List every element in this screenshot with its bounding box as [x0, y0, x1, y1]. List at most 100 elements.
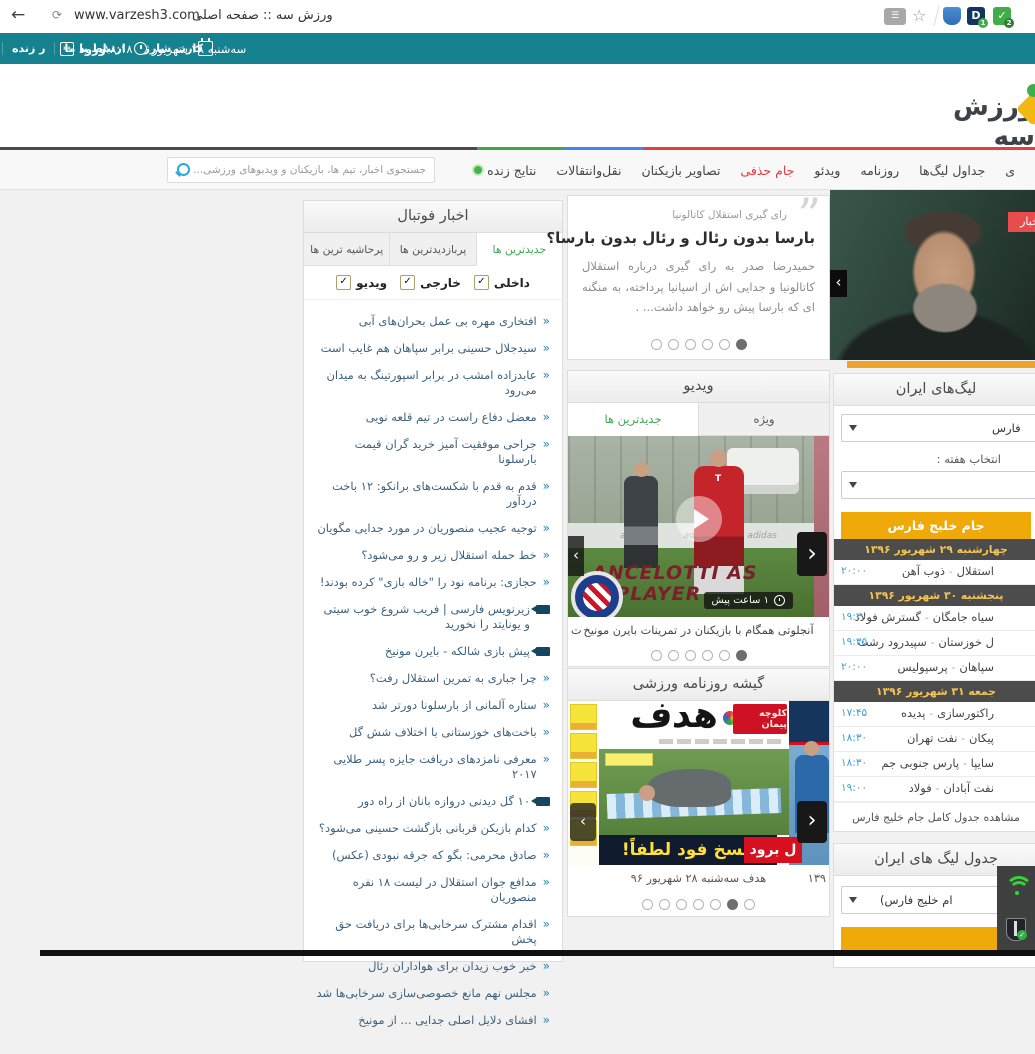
news-list-item[interactable]: « توجیه عجیب منصوریان در مورد جدایی مگویا…	[316, 521, 550, 536]
news-list-item[interactable]: « چرا جباری به تمرین استقلال رفت؟	[316, 671, 550, 686]
carousel-dot[interactable]	[701, 649, 713, 661]
featured-article-card[interactable]: ” رای گیری استقلال کاتالونیا بارسا بدون …	[546, 192, 830, 360]
news-list-item[interactable]: « کدام بازیکن قربانی بازگشت حسینی می‌شود؟	[316, 821, 550, 836]
checkbox[interactable]: ✓	[336, 275, 352, 290]
news-list-item[interactable]: « صادق محرمی: بگو که جرقه نبودی (عکس)	[316, 848, 550, 863]
carousel-dot[interactable]	[650, 339, 662, 350]
timestamp-text: ۱ ساعت پیش	[711, 595, 770, 606]
news-list-item[interactable]: « جراحی موفقیت آمیز خرید گران قیمت بارسلو…	[316, 437, 550, 467]
news-list-item[interactable]: « مجلس نهم مانع خصوصی‌سازی سرخابی‌ها شد	[316, 986, 550, 1001]
search-input[interactable]: جستجوی اخبار، تیم ها، بازیکنان و ویدیوها…	[167, 157, 435, 183]
nav-item[interactable]: ی	[1005, 163, 1015, 178]
schedule-match-row[interactable]: پیکان-نفت تهران ۱۸:۳۰	[834, 727, 1035, 752]
checkbox[interactable]: ✓	[473, 275, 489, 290]
news-list-item[interactable]: « سیدجلال حسینی برابر سپاهان هم غایب است	[316, 341, 550, 356]
nav-item[interactable]: ویدئو	[814, 163, 840, 178]
news-tab[interactable]: پرحاشیه ترین ها	[304, 233, 389, 265]
carousel-dot[interactable]	[684, 649, 696, 661]
browser-reload-icon[interactable]: ⟳	[52, 8, 62, 22]
news-list-item[interactable]: « قدم به قدم با شکست‌های برانکو: ۱۲ باخت …	[316, 479, 550, 509]
carousel-dot[interactable]	[735, 339, 747, 350]
carousel-dot[interactable]	[642, 898, 653, 910]
kiosk-prev-arrow[interactable]: ‹	[570, 803, 596, 841]
play-button[interactable]	[675, 496, 722, 543]
kiosk-caption-text[interactable]: هدف سه‌شنبه ۲۸ شهریور ۹۶	[631, 872, 766, 885]
carousel-dot[interactable]	[650, 649, 662, 661]
week-select-dropdown[interactable]	[841, 471, 1035, 499]
league-select-dropdown[interactable]: فارس	[841, 414, 1035, 442]
news-item-text: توجیه عجیب منصوریان در مورد جدایی مگویان	[317, 521, 537, 535]
nav-item[interactable]: نتایج زنده	[474, 163, 536, 178]
news-list-item[interactable]: « اقدام مشترک سرخابی‌ها برای دریافت حق پخ…	[316, 917, 550, 947]
kiosk-next-arrow[interactable]: ›	[797, 801, 827, 843]
news-list-item[interactable]: « معضل دفاع راست در تیم قلعه نویی	[316, 410, 550, 425]
carousel-dot[interactable]	[744, 898, 755, 910]
carousel-dot[interactable]	[701, 339, 713, 350]
schedule-match-row[interactable]: سیاه جامگان-گسترش فولاد ۱۹:۳۰	[834, 606, 1035, 631]
news-list-item[interactable]: « معرفی نامزدهای دریافت جایزه پسر طلایی ۲…	[316, 752, 550, 782]
video-thumbnail[interactable]: adidas adidas adidas ANCELOTTI AS A PLAY…	[568, 436, 829, 617]
nav-item[interactable]: نقل‌وانتقالات	[556, 163, 621, 178]
news-list-item[interactable]: ۱۰ گل دیدنی دروازه بانان از راه دور	[316, 794, 550, 809]
carousel-dot[interactable]	[735, 649, 747, 661]
news-list-item[interactable]: « باخت‌های خوزستانی با اختلاف شش گل	[316, 725, 550, 740]
news-list-item[interactable]: زیرنویس فارسی | فریب شروع خوب سیتی و یون…	[316, 602, 550, 632]
page-title-text: ورزش سه :: صفحه اصلی	[192, 8, 333, 23]
site-logo[interactable]: ورزش سه	[944, 92, 1035, 152]
nav-item[interactable]: روزنامه	[860, 163, 899, 178]
nav-item[interactable]: جداول لیگ‌ها	[919, 163, 985, 178]
bookmark-star-icon[interactable]: ☆	[912, 6, 926, 25]
nav-item[interactable]: جام حذفی	[740, 163, 794, 178]
carousel-dot[interactable]	[684, 339, 696, 350]
video-caption[interactable]: آنجلوتی همگام با بازیکنان در تمرینات بای…	[568, 617, 829, 644]
login-button[interactable]: ورود	[79, 42, 106, 56]
news-list-item[interactable]: پیش بازی شالکه - بایرن مونیخ	[316, 644, 550, 659]
carousel-dot[interactable]	[727, 898, 738, 910]
article-title[interactable]: بارسا بدون رئال و رئال بدون بارسا؟	[546, 229, 815, 247]
carousel-dot[interactable]	[718, 649, 730, 661]
featured-article-photo[interactable]: اخبار ‹	[830, 190, 1035, 360]
schedule-match-row[interactable]: سپاهان-پرسپولیس ۲۰:۰۰	[834, 656, 1035, 681]
news-list-item[interactable]: « حجازی: برنامه نود را "خاله بازی" کرده ب…	[316, 575, 550, 590]
schedule-match-row[interactable]: نفت آبادان-فولاد ۱۹:۰۰	[834, 777, 1035, 802]
wifi-icon[interactable]	[1005, 876, 1033, 896]
carousel-dot[interactable]	[693, 898, 704, 910]
address-bar-url[interactable]: www.varzesh3.com	[74, 8, 200, 23]
browser-back-icon[interactable]: ←	[11, 5, 25, 25]
news-list-item[interactable]: « ستاره آلمانی از بارسلونا دورتر شد	[316, 698, 550, 713]
news-list-item[interactable]: « افتخاری مهره بی عمل بحران‌های آبی	[316, 314, 550, 329]
adblock-extension-icon[interactable]	[943, 7, 961, 25]
download-manager-extension-icon[interactable]: D 1	[967, 7, 988, 28]
full-table-link[interactable]: مشاهده جدول کامل جام خلیج فارس	[834, 802, 1035, 831]
carousel-dot[interactable]	[667, 649, 679, 661]
video-next-arrow[interactable]: ›	[797, 532, 827, 576]
browser-menu-icon[interactable]: ☰	[884, 8, 906, 25]
carousel-dot[interactable]	[710, 898, 721, 910]
schedule-match-row[interactable]: راکتورسازی-پدیده ۱۷:۴۵	[834, 702, 1035, 727]
news-list-item[interactable]: « خبر خوب زیدان برای هواداران رئال	[316, 959, 550, 974]
news-list-item[interactable]: « عابدزاده امشب در برابر اسپورتینگ به مید…	[316, 368, 550, 398]
newspaper-covers[interactable]: هدف کلوچه پیمان فسخ فود لطفاً! ل برود ‹ …	[568, 701, 829, 865]
nav-item[interactable]: تصاویر بازیکنان	[641, 163, 720, 178]
carousel-dot[interactable]	[659, 898, 670, 910]
news-tab[interactable]: پربازدیدترین ها	[389, 233, 475, 265]
news-item-text: پیش بازی شالکه - بایرن مونیخ	[384, 644, 530, 658]
carousel-dot[interactable]	[676, 898, 687, 910]
news-list-item[interactable]: « مدافع جوان استقلال در لیست ۱۸ نفره منصو…	[316, 875, 550, 905]
antivirus-extension-icon[interactable]: ✓ 2	[993, 7, 1014, 28]
schedule-match-row[interactable]: سایپا-پارس جنوبی جم ۱۸:۳۰	[834, 752, 1035, 777]
news-list-item[interactable]: « افشای دلایل اصلی جدایی ... از مونیخ	[316, 1013, 550, 1028]
checkbox[interactable]: ✓	[400, 275, 416, 290]
schedule-match-row[interactable]: استقلال-ذوب آهن ۲۰:۰۰	[834, 560, 1035, 585]
video-prev-arrow[interactable]: ‹	[568, 536, 584, 576]
carousel-dot[interactable]	[718, 339, 730, 350]
video-tab[interactable]: ویژه	[698, 403, 829, 435]
topbar-link[interactable]: ر زنده	[2, 42, 54, 55]
video-caption-text[interactable]: آنجلوتی همگام با بازیکنان در تمرینات بای…	[583, 624, 813, 637]
hero-prev-arrow[interactable]: ‹	[830, 270, 847, 297]
carousel-dot[interactable]	[667, 339, 679, 350]
video-tab[interactable]: جدیدترین ها	[568, 403, 698, 436]
schedule-match-row[interactable]: ل خوزستان-سپیدرود رشت ۱۹:۳۵	[834, 631, 1035, 656]
news-list-item[interactable]: « خط حمله استقلال زیر و رو می‌شود؟	[316, 548, 550, 563]
kiosk-caption[interactable]: هدف سه‌شنبه ۲۸ شهریور ۹۶ ۱۳۹	[568, 865, 829, 892]
